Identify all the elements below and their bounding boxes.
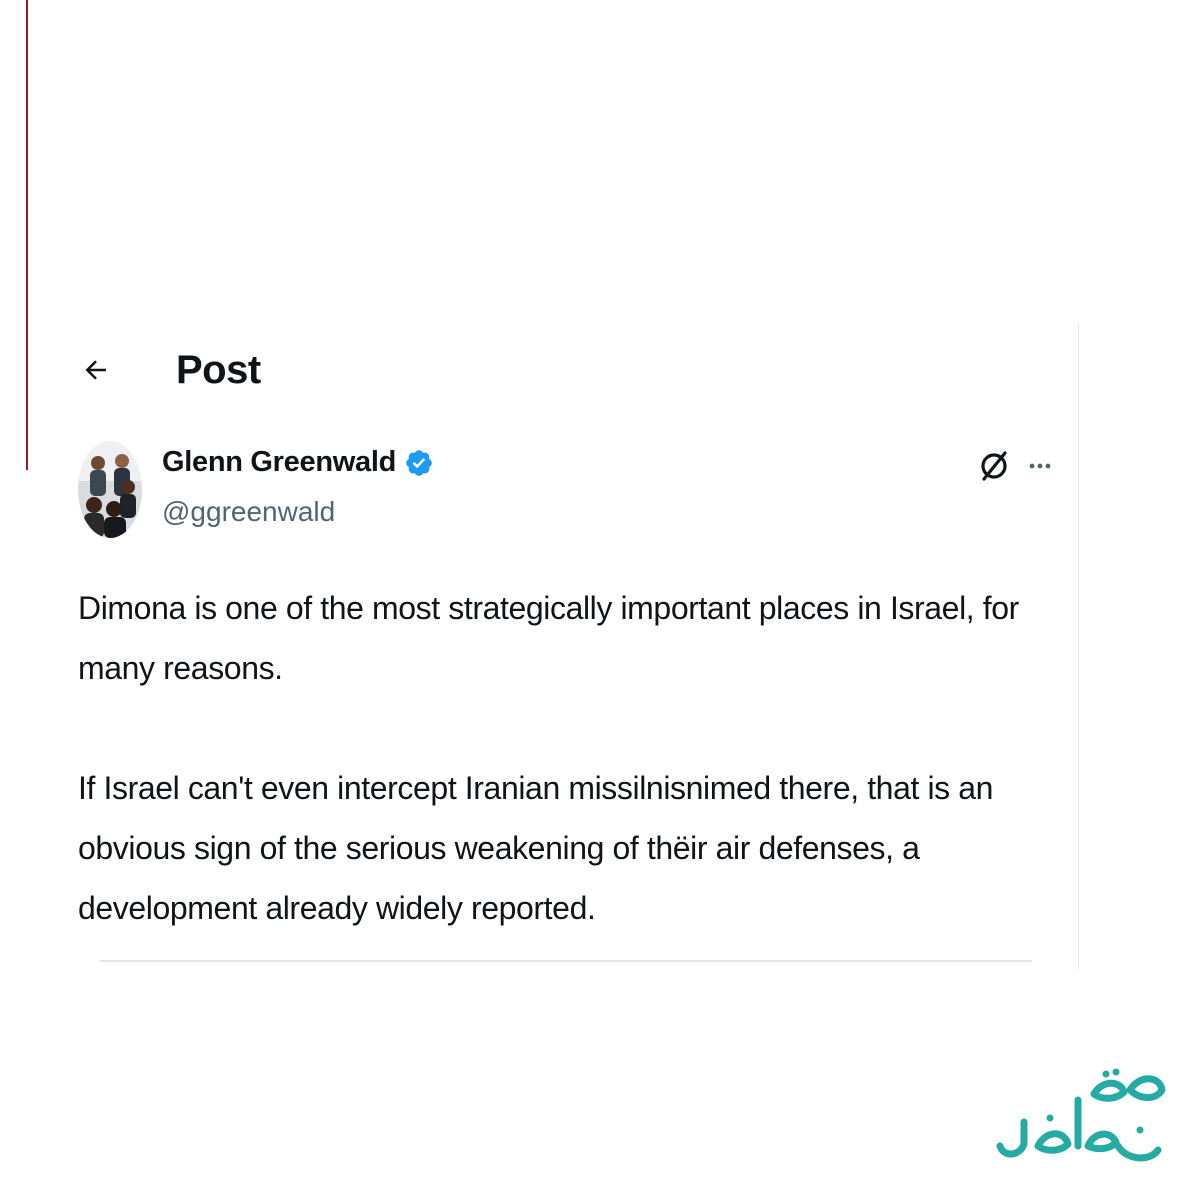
author-display-name[interactable]: Glenn Greenwald [162,446,396,479]
page: Post Glenn Greenwald @ggreenwald Dimona … [0,0,1181,1181]
page-title: Post [176,347,261,392]
tweet-paragraph: Dimona is one of the most strategically … [78,590,1019,686]
grok-icon[interactable] [974,446,1014,486]
author-handle[interactable]: @ggreenwald [162,496,335,528]
tweet-author-row: Glenn Greenwald @ggreenwald [78,438,1058,542]
arrow-left-icon[interactable] [78,352,114,388]
tweet-paragraph: If Israel can't even intercept Iranian m… [78,770,994,926]
watermark-logo [990,1060,1170,1170]
author-name-line: Glenn Greenwald [162,446,434,479]
verified-badge-icon [404,448,434,478]
card-edge [1078,322,1079,970]
avatar[interactable] [78,441,142,538]
post-header: Post [78,340,261,400]
divider [100,960,1032,962]
left-accent-rule [26,0,28,470]
more-dots-icon[interactable] [1022,446,1058,486]
tweet-text: Dimona is one of the most strategically … [78,578,1038,938]
